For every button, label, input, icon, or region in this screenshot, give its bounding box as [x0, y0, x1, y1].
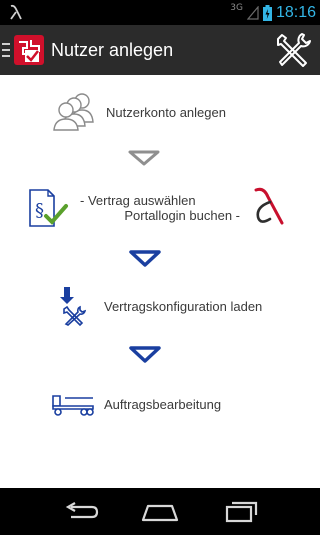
portal-lambda-icon[interactable]	[250, 185, 290, 227]
action-bar: Nutzer anlegen	[0, 25, 320, 75]
step-select-contract[interactable]: §	[28, 188, 70, 228]
home-icon[interactable]	[140, 498, 180, 526]
step-create-account-label: Nutzerkonto anlegen	[106, 104, 226, 120]
battery-charging-icon	[262, 5, 272, 21]
contract-document-icon: §	[29, 189, 68, 227]
users-group-icon	[53, 93, 94, 131]
arrow-down-icon	[129, 346, 161, 363]
signal-icon	[246, 6, 259, 20]
select-contract-label: - Vertrag auswählen	[80, 193, 196, 208]
step-order-processing-label: Auftragsbearbeitung	[104, 396, 222, 412]
system-nav-bar	[0, 488, 320, 535]
page-title: Nutzer anlegen	[51, 39, 174, 60]
status-bar: 3G 18:16	[0, 0, 320, 25]
svg-text:§: §	[35, 200, 44, 221]
drawer-menu-icon	[2, 43, 10, 57]
truck-icon	[52, 395, 94, 416]
step-load-configuration[interactable]: Vertragskonfiguration laden	[58, 285, 262, 327]
network-type: 3G	[230, 3, 243, 13]
status-clock: 18:16	[275, 4, 316, 21]
book-portal-login-label: Portallogin buchen -	[124, 208, 240, 223]
step-create-account[interactable]: Nutzerkonto anlegen	[52, 92, 226, 132]
workflow-panel: Nutzerkonto anlegen § - Vertrag auswähle…	[0, 75, 320, 488]
arrow-down-icon	[128, 150, 160, 166]
app-lambda-icon	[10, 4, 22, 20]
recent-apps-icon[interactable]	[222, 498, 262, 526]
step-order-processing[interactable]: Auftragsbearbeitung	[51, 392, 221, 416]
back-icon[interactable]	[62, 498, 102, 526]
home-up-button[interactable]	[0, 25, 45, 75]
arrow-down-icon	[129, 250, 161, 267]
step-load-configuration-label: Vertragskonfiguration laden	[104, 298, 263, 314]
download-tools-icon	[60, 287, 87, 327]
tools-settings-icon[interactable]	[272, 29, 314, 71]
app-logo-icon	[14, 35, 44, 65]
